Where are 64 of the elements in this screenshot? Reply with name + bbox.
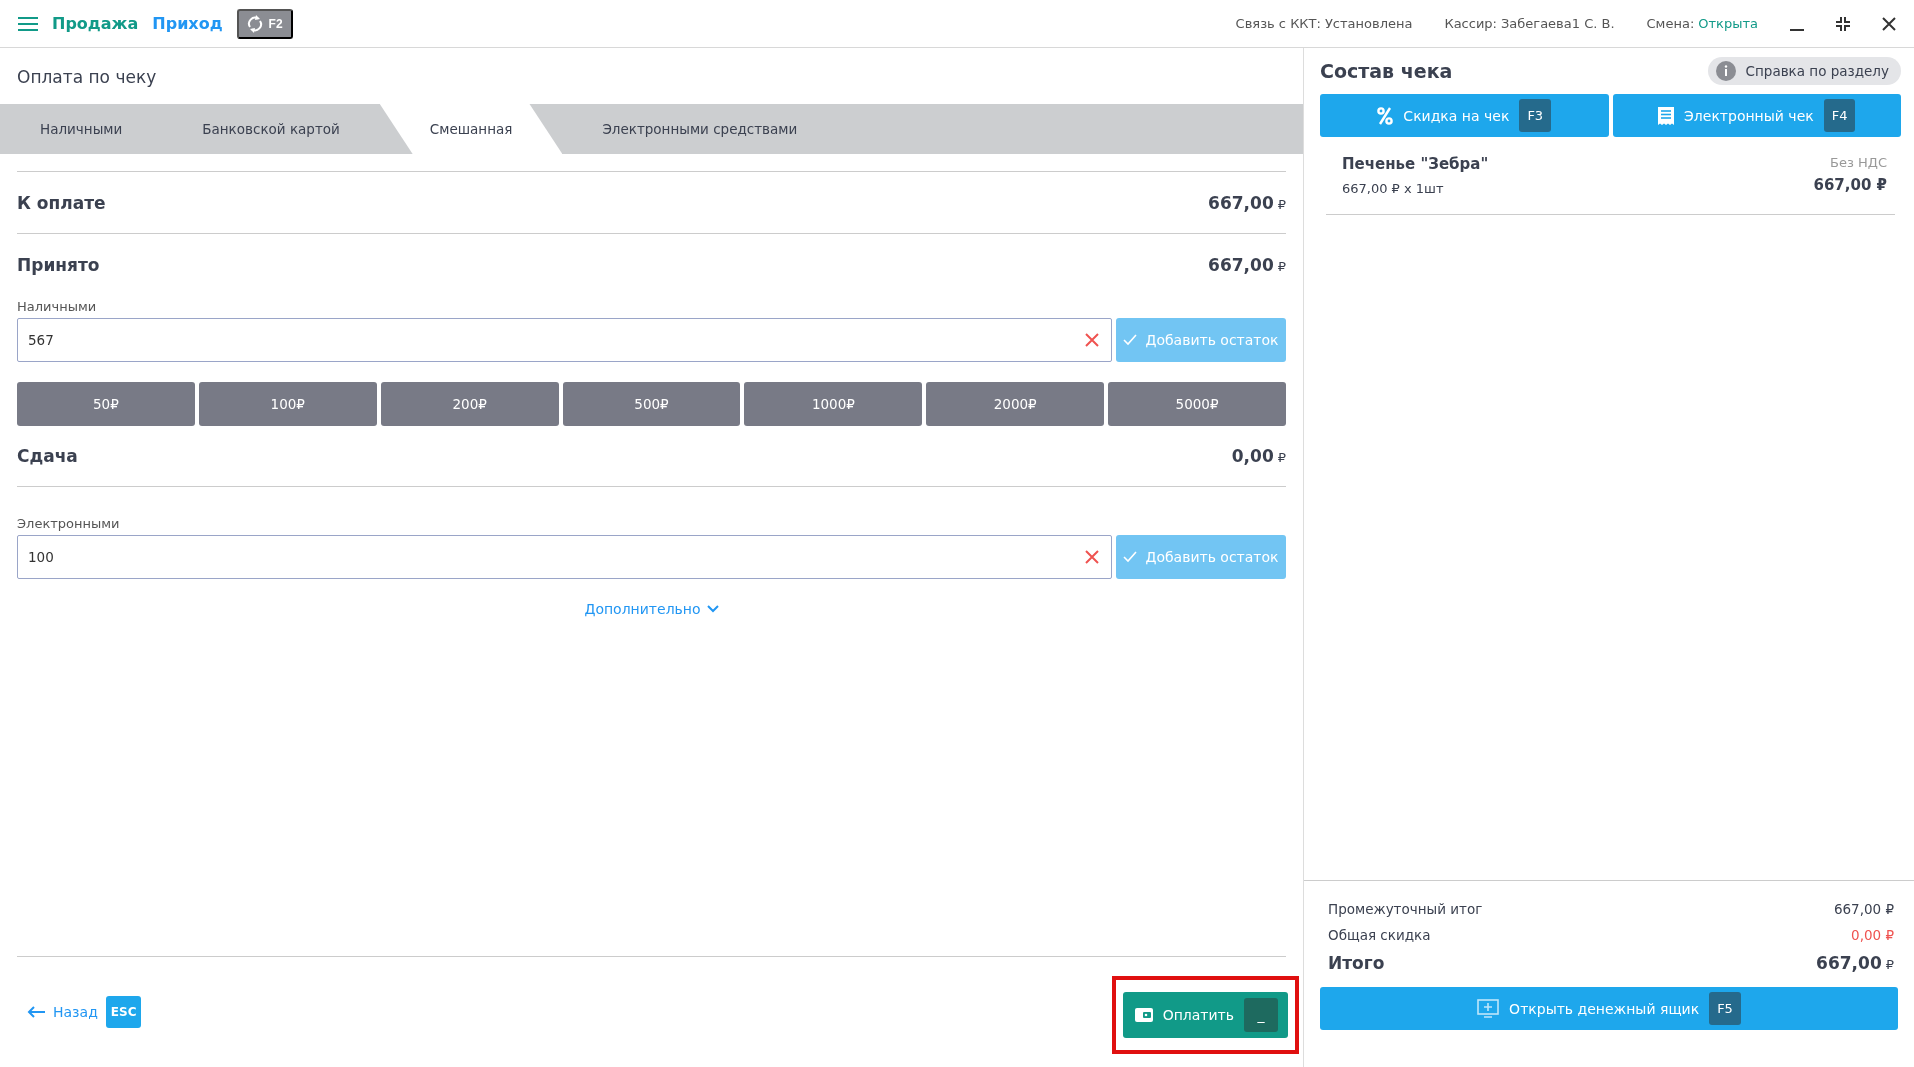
summary-label: Общая скидка bbox=[1328, 927, 1431, 943]
summary-value: 0,00 ₽ bbox=[1851, 927, 1894, 943]
receipt-icon bbox=[1658, 106, 1675, 125]
check-icon bbox=[1123, 551, 1138, 563]
amount-label: Принято bbox=[17, 254, 100, 275]
amount-value: 0,00 ₽ bbox=[1231, 446, 1286, 466]
percent-icon bbox=[1377, 106, 1394, 125]
menu-icon[interactable] bbox=[18, 16, 38, 31]
panel-title: Состав чека bbox=[1320, 60, 1453, 82]
nav-link[interactable]: Продажа bbox=[52, 14, 139, 33]
item-total: 667,00 ₽ bbox=[1813, 176, 1887, 194]
monitor-plus-icon bbox=[1477, 998, 1500, 1019]
field-label: Электронными bbox=[17, 516, 121, 531]
summary-value: 667,00 ₽ bbox=[1833, 901, 1894, 917]
arrow-left-icon bbox=[27, 1006, 45, 1018]
sync-button[interactable]: F2 bbox=[236, 8, 293, 39]
back-link[interactable]: Назад ESC bbox=[27, 996, 142, 1028]
info-icon bbox=[1715, 61, 1736, 81]
amount-value: 667,00 ₽ bbox=[1208, 192, 1286, 213]
open-drawer-button[interactable]: Открыть денежный ящик F5 bbox=[1320, 987, 1898, 1030]
denomination-button[interactable]: 200₽ bbox=[380, 382, 559, 426]
item-quantity: 667,00 ₽ x 1шт bbox=[1342, 181, 1445, 196]
amount-value: 667,00 ₽ bbox=[1208, 254, 1286, 275]
pay-button[interactable]: Оплатить _ bbox=[1122, 991, 1288, 1038]
receipt-action-button[interactable]: Скидка на чек F3 bbox=[1320, 94, 1609, 137]
field-label: Наличными bbox=[17, 299, 98, 314]
denomination-button[interactable]: 500₽ bbox=[562, 382, 741, 426]
restore-icon[interactable] bbox=[1836, 16, 1850, 31]
clear-icon[interactable] bbox=[1084, 332, 1100, 348]
summary-label: Промежуточный итог bbox=[1328, 901, 1483, 917]
input-field[interactable]: 567 bbox=[17, 318, 1112, 362]
amount-label: К оплате bbox=[17, 192, 106, 213]
receipt-action-button[interactable]: Электронный чек F4 bbox=[1612, 94, 1901, 137]
payment-tab[interactable]: Смешанная bbox=[379, 104, 563, 154]
status-label: Смена: bbox=[1646, 16, 1695, 31]
status-value: Установлена bbox=[1324, 16, 1413, 31]
amount-label: Сдача bbox=[17, 446, 78, 466]
wallet-icon bbox=[1134, 1006, 1153, 1023]
denomination-button[interactable]: 100₽ bbox=[198, 382, 377, 426]
status-label: Связь с ККТ: bbox=[1235, 16, 1321, 31]
payment-tab[interactable]: Наличными bbox=[0, 104, 163, 154]
total-value: 667,00 ₽ bbox=[1816, 953, 1894, 973]
refresh-icon bbox=[246, 14, 263, 33]
more-link[interactable]: Дополнительно bbox=[584, 601, 719, 617]
check-icon bbox=[1123, 334, 1138, 346]
input-field[interactable]: 100 bbox=[17, 535, 1112, 579]
chevron-down-icon bbox=[706, 605, 719, 613]
payment-tab[interactable]: Банковской картой bbox=[162, 104, 380, 154]
close-icon[interactable] bbox=[1882, 16, 1896, 31]
total-label: Итого bbox=[1328, 953, 1385, 973]
status-label: Кассир: bbox=[1444, 16, 1497, 31]
nav-link[interactable]: Приход bbox=[152, 14, 223, 33]
page-title: Оплата по чеку bbox=[16, 66, 158, 89]
vat-label: Без НДС bbox=[1829, 155, 1887, 170]
denomination-button[interactable]: 1000₽ bbox=[744, 382, 923, 426]
status-value: Забегаева1 С. В. bbox=[1501, 16, 1615, 31]
payment-tab[interactable]: Электронными средствами bbox=[562, 104, 838, 154]
help-button[interactable]: Справка по разделу bbox=[1707, 57, 1901, 85]
denomination-button[interactable]: 2000₽ bbox=[926, 382, 1105, 426]
denomination-button[interactable]: 50₽ bbox=[17, 382, 195, 426]
item-name: Печенье "Зебра" bbox=[1342, 155, 1489, 173]
clear-icon[interactable] bbox=[1084, 549, 1100, 565]
status-value: Открыта bbox=[1698, 16, 1758, 31]
denomination-button[interactable]: 5000₽ bbox=[1108, 382, 1286, 426]
